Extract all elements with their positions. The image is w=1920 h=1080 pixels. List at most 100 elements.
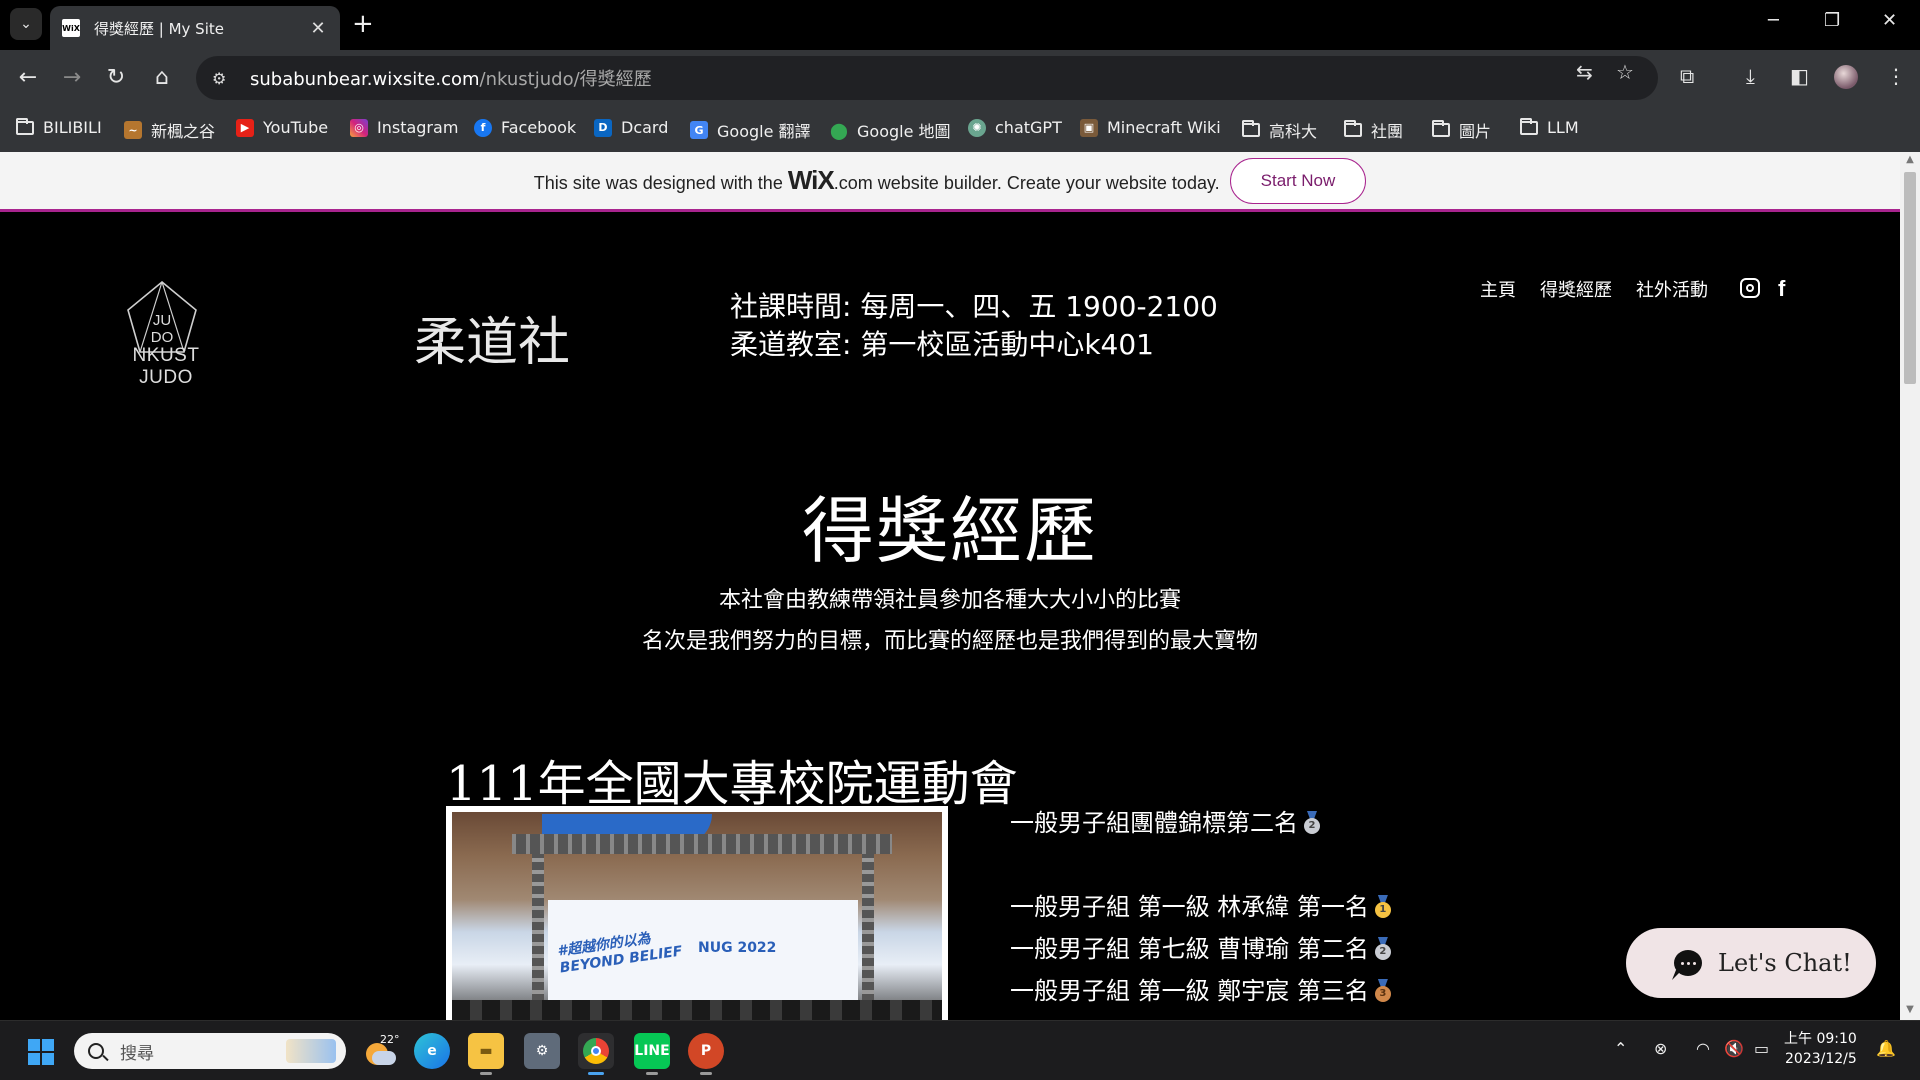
weather-temp: 22° bbox=[380, 1033, 400, 1046]
wix-logo: WiX bbox=[787, 165, 835, 195]
scrollbar-thumb[interactable] bbox=[1904, 172, 1916, 384]
nav-awards[interactable]: 得獎經歷 bbox=[1540, 276, 1612, 302]
chatgpt-icon: ✺ bbox=[968, 118, 986, 137]
lets-chat-button[interactable]: Let's Chat! bbox=[1626, 928, 1876, 998]
club-info: 社課時間: 每周一、四、五 1900-2100 柔道教室: 第一校區活動中心k4… bbox=[730, 288, 1218, 364]
facebook-icon: f bbox=[474, 118, 492, 137]
windows-start-icon[interactable] bbox=[28, 1039, 54, 1065]
folder-icon bbox=[1432, 120, 1450, 137]
tray-app-icon[interactable]: ⊗ bbox=[1654, 1039, 1667, 1058]
translate-icon[interactable]: ⇆ bbox=[1576, 60, 1593, 84]
search-highlight-image bbox=[286, 1039, 336, 1063]
windows-taskbar: 搜尋 22° e ▬ ⚙ LINE P ⌃ ⊗ ◠ 🔇 ▭ 上午 09:10 2… bbox=[0, 1020, 1920, 1080]
chevron-up-icon[interactable]: ⌃ bbox=[1614, 1039, 1627, 1058]
search-icon bbox=[88, 1043, 104, 1059]
reload-button[interactable]: ↻ bbox=[102, 64, 130, 92]
dcard-icon: D bbox=[594, 118, 612, 137]
logo-text[interactable]: NKUST JUDO bbox=[104, 345, 228, 389]
folder-icon bbox=[1344, 120, 1362, 137]
start-now-button[interactable]: Start Now bbox=[1229, 157, 1367, 204]
battery-icon[interactable]: ▭ bbox=[1754, 1039, 1769, 1058]
side-panel-icon[interactable]: ◧ bbox=[1790, 64, 1809, 88]
address-bar[interactable]: ⚙ subabunbear.wixsite.com/nkustjudo/得獎經歷 bbox=[196, 56, 1658, 100]
browser-tab-bar: ⌄ WiX 得獎經歷 | My Site ✕ + ─ ❐ ✕ bbox=[0, 0, 1920, 50]
file-explorer-icon[interactable]: ▬ bbox=[468, 1033, 504, 1075]
chat-bubble-icon bbox=[1674, 950, 1702, 976]
minimize-button[interactable]: ─ bbox=[1768, 10, 1779, 31]
menu-dots-icon[interactable]: ⋮ bbox=[1886, 64, 1906, 88]
bookmark-google-translate[interactable]: G Google 翻譯 bbox=[690, 118, 811, 142]
taskbar-search-placeholder: 搜尋 bbox=[120, 1043, 154, 1064]
gold-medal-icon: 1 bbox=[1373, 895, 1393, 919]
tab-close-icon[interactable]: ✕ bbox=[308, 18, 328, 39]
page-scrollbar[interactable]: ▲ ▼ bbox=[1900, 152, 1920, 1020]
notification-bell-icon[interactable]: 🔔 bbox=[1876, 1039, 1896, 1058]
site-nav: 主頁 得獎經歷 社外活動 bbox=[1480, 276, 1708, 302]
system-clock[interactable]: 上午 09:10 2023/12/5 bbox=[1784, 1029, 1857, 1069]
result-item: 一般男子組 第一級 林承緯 第一名 1 bbox=[1010, 886, 1393, 928]
volume-muted-icon[interactable]: 🔇 bbox=[1724, 1039, 1744, 1058]
bookmark-folder-llm[interactable]: LLM bbox=[1520, 117, 1579, 137]
extensions-icon[interactable]: ⧉ bbox=[1680, 64, 1694, 88]
page-viewport: This site was designed with the WiX.com … bbox=[0, 152, 1920, 1020]
profile-avatar[interactable] bbox=[1834, 65, 1858, 89]
silver-medal-icon: 2 bbox=[1373, 937, 1393, 961]
forward-button[interactable]: → bbox=[58, 64, 86, 92]
back-button[interactable]: ← bbox=[14, 64, 42, 92]
tab-title: 得獎經歷 | My Site bbox=[94, 19, 224, 38]
event-title: 111年全國大專校院運動會 bbox=[446, 756, 1018, 812]
facebook-icon[interactable]: f bbox=[1778, 278, 1785, 300]
download-icon[interactable]: ⤓ bbox=[1746, 64, 1755, 88]
line-app-icon[interactable]: LINE bbox=[634, 1033, 670, 1075]
instagram-icon[interactable] bbox=[1740, 278, 1760, 298]
bookmark-youtube[interactable]: ▶ YouTube bbox=[236, 118, 328, 137]
edge-browser-icon[interactable]: e bbox=[414, 1033, 450, 1069]
bookmark-facebook[interactable]: f Facebook bbox=[474, 118, 576, 137]
maplestory-icon: ~ bbox=[124, 121, 142, 139]
folder-icon bbox=[1520, 117, 1538, 135]
bookmark-google-maps[interactable]: ⬤ Google 地圖 bbox=[830, 118, 950, 142]
nav-activities[interactable]: 社外活動 bbox=[1636, 276, 1708, 302]
google-maps-icon: ⬤ bbox=[830, 120, 848, 140]
bookmark-minecraft-wiki[interactable]: ▣ Minecraft Wiki bbox=[1080, 118, 1221, 137]
event-photo[interactable]: #超越你的以為 BEYOND BELIEF NUG 2022 bbox=[446, 806, 948, 1020]
chrome-icon[interactable] bbox=[578, 1033, 614, 1075]
restore-button[interactable]: ❐ bbox=[1824, 10, 1840, 31]
bookmark-instagram[interactable]: ◎ Instagram bbox=[350, 118, 458, 137]
weather-widget-icon[interactable]: 22° bbox=[362, 1033, 400, 1067]
wix-banner-text: This site was designed with the WiX.com … bbox=[533, 165, 1220, 195]
settings-gear-icon[interactable]: ⚙ bbox=[524, 1033, 560, 1069]
scroll-up-icon[interactable]: ▲ bbox=[1904, 154, 1916, 165]
home-button[interactable]: ⌂ bbox=[148, 64, 176, 92]
bookmark-dcard[interactable]: D Dcard bbox=[594, 118, 668, 137]
url-text: subabunbear.wixsite.com/nkustjudo/得獎經歷 bbox=[250, 69, 652, 90]
wix-promo-banner: This site was designed with the WiX.com … bbox=[0, 152, 1900, 212]
close-window-button[interactable]: ✕ bbox=[1882, 10, 1897, 31]
bookmark-maplestory[interactable]: ~ 新楓之谷 bbox=[124, 118, 215, 142]
bookmark-bilibili[interactable]: BILIBILI bbox=[16, 117, 102, 137]
intro-text: 本社會由教練帶領社員參加各種大大小小的比賽 名次是我們努力的目標，而比賽的經歷也… bbox=[641, 588, 1258, 654]
club-name: 柔道社 bbox=[414, 313, 571, 373]
bookmark-star-icon[interactable]: ☆ bbox=[1616, 60, 1634, 84]
wix-favicon-icon: WiX bbox=[62, 19, 80, 37]
bookmark-folder-images[interactable]: 圖片 bbox=[1432, 118, 1491, 142]
chat-label: Let's Chat! bbox=[1718, 949, 1852, 977]
browser-tab-active[interactable]: WiX 得獎經歷 | My Site ✕ bbox=[50, 6, 340, 50]
taskbar-search[interactable]: 搜尋 bbox=[74, 1033, 346, 1069]
wifi-icon[interactable]: ◠ bbox=[1696, 1039, 1710, 1058]
club-schedule: 社課時間: 每周一、四、五 1900-2100 bbox=[730, 290, 1218, 323]
google-translate-icon: G bbox=[690, 121, 708, 139]
bookmark-folder-club[interactable]: 社團 bbox=[1344, 118, 1403, 142]
site-info-icon[interactable]: ⚙ bbox=[212, 69, 236, 88]
youtube-icon: ▶ bbox=[236, 118, 254, 137]
folder-icon bbox=[16, 117, 34, 135]
nav-home[interactable]: 主頁 bbox=[1480, 276, 1516, 302]
scroll-down-icon[interactable]: ▼ bbox=[1904, 1004, 1916, 1015]
bookmark-chatgpt[interactable]: ✺ chatGPT bbox=[968, 118, 1062, 137]
result-item: 一般男子組 第七級 曹博瑜 第二名 2 bbox=[1010, 928, 1393, 970]
tab-search-button[interactable]: ⌄ bbox=[10, 8, 42, 40]
result-item: 一般男子組 第一級 鄭宇宸 第三名 3 bbox=[1010, 970, 1393, 1012]
bookmark-folder-nkust[interactable]: 高科大 bbox=[1242, 118, 1317, 142]
new-tab-button[interactable]: + bbox=[352, 10, 374, 38]
powerpoint-icon[interactable]: P bbox=[688, 1033, 724, 1075]
